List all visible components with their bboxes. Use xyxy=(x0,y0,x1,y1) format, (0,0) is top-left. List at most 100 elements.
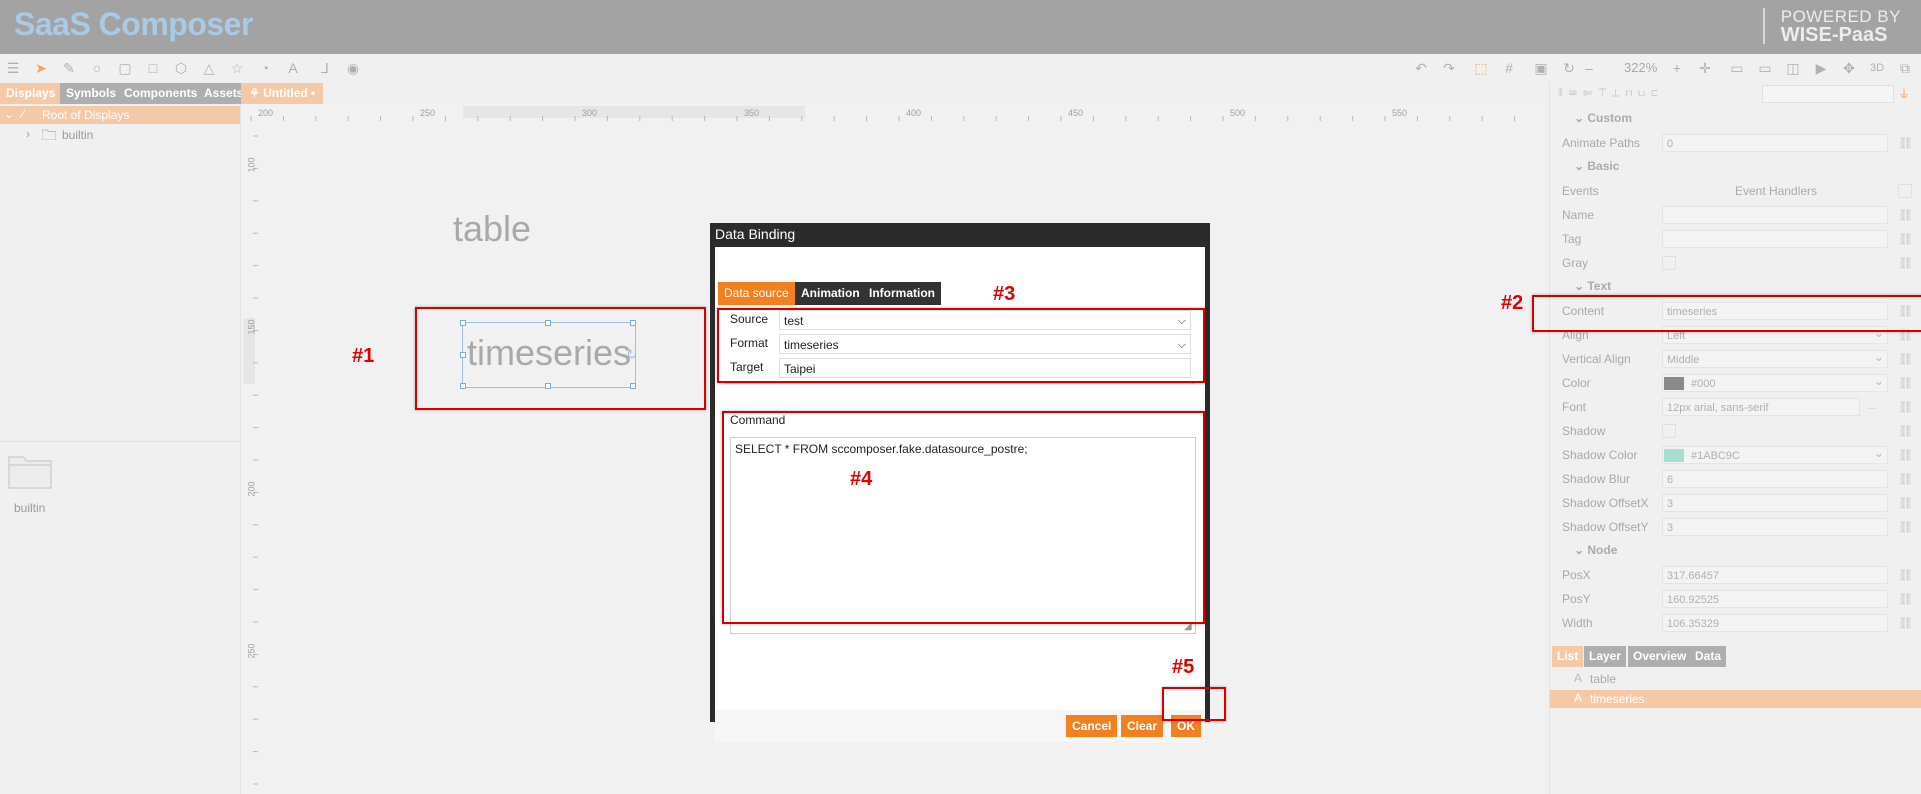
chevron-down-icon: ⌄ xyxy=(1574,159,1588,173)
connector-tool-icon[interactable]: ⅃ xyxy=(316,60,334,76)
tab-information[interactable]: Information xyxy=(863,282,941,305)
tab-displays[interactable]: Displays xyxy=(0,83,62,104)
events-checkbox[interactable] xyxy=(1898,184,1912,198)
chevron-down-icon[interactable]: ⌄ xyxy=(1874,446,1884,460)
export-icon[interactable]: ⧉ xyxy=(1896,60,1914,76)
link-icon[interactable]: ⛓ xyxy=(1898,448,1913,462)
zoom-in-icon[interactable]: + xyxy=(1668,60,1686,76)
prop-shadow-offy-input[interactable]: 3 xyxy=(1662,518,1888,536)
tab-symbols[interactable]: Symbols xyxy=(60,83,123,104)
link-icon[interactable]: ⛓ xyxy=(1898,208,1913,222)
tab-components[interactable]: Components xyxy=(118,83,204,104)
link-icon[interactable]: ⛓ xyxy=(1898,376,1913,390)
tab-list[interactable]: List xyxy=(1552,646,1584,667)
gray-checkbox[interactable] xyxy=(1662,256,1676,270)
align-tools[interactable]: ⫴☰⊫⊤⊥⊓⊔⊏ xyxy=(1558,87,1748,101)
chevron-right-icon[interactable]: › xyxy=(26,127,30,141)
prop-name-input[interactable] xyxy=(1662,206,1888,224)
prop-tag-input[interactable] xyxy=(1662,230,1888,248)
link-icon[interactable]: ⛓ xyxy=(1898,592,1913,606)
prop-posx-input[interactable]: 317.66457 xyxy=(1662,566,1888,584)
prop-shadow-blur-input[interactable]: 6 xyxy=(1662,470,1888,488)
play-icon[interactable]: ▶ xyxy=(1812,60,1830,76)
prop-posy-input[interactable]: 160.92525 xyxy=(1662,590,1888,608)
prop-shadow-color-select[interactable]: #1ABC9C xyxy=(1662,446,1888,464)
grid-icon[interactable]: # xyxy=(1500,60,1518,76)
property-search-input[interactable] xyxy=(1762,85,1894,103)
popup-icon[interactable]: ◫ xyxy=(1784,60,1802,76)
event-handlers-button[interactable]: Event Handlers xyxy=(1735,184,1817,198)
select-tool-icon[interactable]: ➤ xyxy=(32,60,50,76)
shadow-checkbox[interactable] xyxy=(1662,424,1676,438)
chevron-down-icon[interactable]: ⌄ xyxy=(1874,374,1884,388)
rect-tool-icon[interactable]: □ xyxy=(144,60,162,76)
link-icon[interactable]: ⛓ xyxy=(1898,616,1913,630)
menu-icon[interactable]: ☰ xyxy=(4,60,22,76)
clear-button[interactable]: Clear xyxy=(1121,715,1164,737)
section-basic[interactable]: ⌄ Basic xyxy=(1574,159,1619,173)
prop-color-select[interactable]: #000 xyxy=(1662,374,1888,392)
tab-animation[interactable]: Animation xyxy=(795,282,866,305)
link-icon[interactable]: ⛓ xyxy=(1898,232,1913,246)
app-header: SaaS Composer POWERED BY WISE-PaaS xyxy=(0,0,1921,54)
link-icon[interactable]: ⛓ xyxy=(1898,136,1913,150)
section-node[interactable]: ⌄ Node xyxy=(1574,543,1617,557)
section-custom[interactable]: ⌄ Custom xyxy=(1574,111,1632,125)
triangle-tool-icon[interactable]: △ xyxy=(200,60,218,76)
chevron-down-icon[interactable]: ⌄ xyxy=(4,107,14,121)
undo-icon[interactable]: ↶ xyxy=(1412,60,1430,76)
3d-icon[interactable]: 3D xyxy=(1866,60,1888,76)
brand-logo[interactable]: SaaS Composer xyxy=(14,6,253,43)
panel-icon[interactable]: ▭ xyxy=(1756,60,1774,76)
prop-font-input[interactable]: 12px arial, sans-serif xyxy=(1662,398,1860,416)
filter-icon[interactable]: ⏚ xyxy=(1898,85,1910,102)
star-tool-icon[interactable]: ☆ xyxy=(228,60,246,76)
link-icon[interactable]: ⛓ xyxy=(1898,520,1913,534)
section-text[interactable]: ⌄ Text xyxy=(1574,279,1611,293)
tab-layer[interactable]: Layer xyxy=(1584,646,1627,667)
zoom-out-icon[interactable]: – xyxy=(1582,60,1596,76)
link-icon[interactable]: ⛓ xyxy=(1898,400,1913,414)
arc-tool-icon[interactable]: ◔ xyxy=(256,60,274,76)
link-icon[interactable]: ⛓ xyxy=(1898,424,1913,438)
record-icon[interactable]: ◉ xyxy=(344,60,362,76)
text-tool-icon[interactable]: A xyxy=(284,60,302,76)
shadow-color-swatch[interactable] xyxy=(1664,449,1684,462)
redo-icon[interactable]: ↷ xyxy=(1440,60,1458,76)
pen-tool-icon[interactable]: ✎ xyxy=(60,60,78,76)
move-icon[interactable]: ✥ xyxy=(1840,60,1858,76)
window-icon[interactable]: ▭ xyxy=(1728,60,1746,76)
rounded-rect-tool-icon[interactable]: ▢ xyxy=(116,60,134,76)
save-icon[interactable]: ▣ xyxy=(1532,60,1550,76)
fit-center-icon[interactable]: ✛ xyxy=(1696,60,1714,76)
list-item[interactable]: A table xyxy=(1550,670,1921,688)
tree-root-row[interactable]: ⌄ ⁄ Root of Displays xyxy=(0,106,240,124)
chevron-down-icon[interactable]: ⌄ xyxy=(1874,350,1884,364)
folder-large-icon[interactable] xyxy=(8,453,52,489)
tree-item-builtin[interactable]: › builtin xyxy=(0,126,240,144)
link-icon[interactable]: ⛓ xyxy=(1898,568,1913,582)
font-more-button[interactable]: ... xyxy=(1867,398,1877,412)
cancel-button[interactable]: Cancel xyxy=(1066,715,1118,737)
divider xyxy=(725,383,1195,384)
dialog-title[interactable]: Data Binding xyxy=(715,226,795,242)
color-swatch[interactable] xyxy=(1664,377,1684,390)
prop-width-input[interactable]: 106.35329 xyxy=(1662,614,1888,632)
refresh-icon[interactable]: ↻ xyxy=(1560,60,1578,76)
circle-tool-icon[interactable]: ○ xyxy=(88,60,106,76)
snap-icon[interactable]: ⬚ xyxy=(1472,60,1490,76)
document-tab[interactable]: ⚘ Untitled • xyxy=(241,83,324,104)
link-icon[interactable]: ⛓ xyxy=(1898,256,1913,270)
canvas-text-table[interactable]: table xyxy=(453,208,531,250)
prop-shadow-offx-input[interactable]: 3 xyxy=(1662,494,1888,512)
link-icon[interactable]: ⛓ xyxy=(1898,472,1913,486)
list-item-selected[interactable]: A timeseries xyxy=(1550,690,1921,708)
hexagon-tool-icon[interactable]: ⬡ xyxy=(172,60,190,76)
tab-overview[interactable]: Overview xyxy=(1628,646,1692,667)
prop-animate-paths-input[interactable]: 0 xyxy=(1662,134,1888,152)
link-icon[interactable]: ⛓ xyxy=(1898,352,1913,366)
tab-data[interactable]: Data xyxy=(1690,646,1727,667)
link-icon[interactable]: ⛓ xyxy=(1898,496,1913,510)
tab-data-source[interactable]: Data source xyxy=(718,282,795,305)
prop-valign-select[interactable]: Middle xyxy=(1662,350,1888,368)
